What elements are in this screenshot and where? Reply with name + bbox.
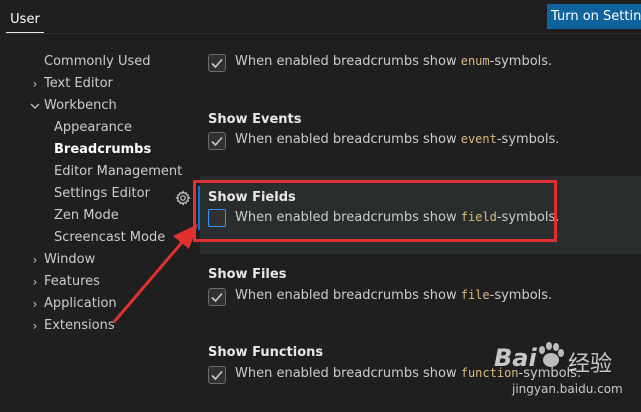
- watermark-brand-cn: 经验: [568, 352, 613, 377]
- watermark-url: jingyan.baidu.com: [512, 382, 623, 396]
- baidu-watermark: Bai 经验 jingyan.baidu.com: [490, 338, 638, 404]
- watermark-brand: Bai: [494, 344, 537, 372]
